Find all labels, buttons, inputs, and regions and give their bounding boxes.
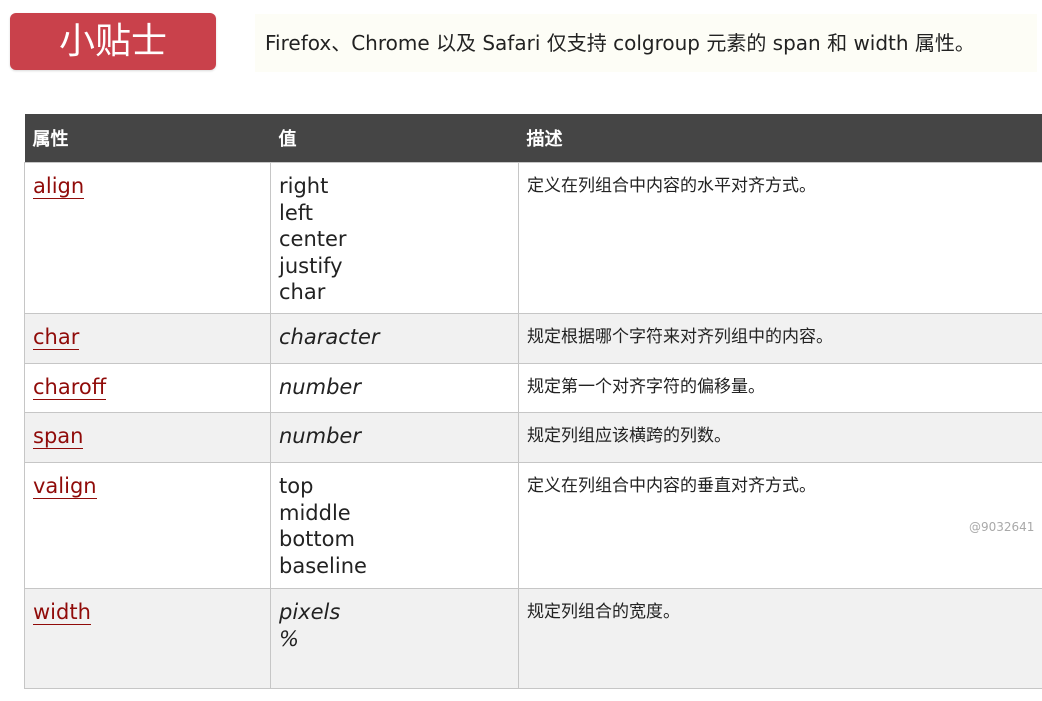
attribute-cell: align	[24, 162, 271, 314]
value-item: justify	[279, 253, 343, 278]
table-row: valign top middle bottom baseline 定义在列组合…	[24, 462, 1042, 589]
value-item: middle	[279, 500, 351, 525]
header-description: 描述	[518, 114, 1042, 163]
description-cell: 定义在列组合中内容的水平对齐方式。	[518, 162, 1042, 314]
attribute-cell: span	[24, 412, 271, 463]
attribute-link-align[interactable]: align	[33, 174, 85, 199]
table-row: width pixels % 规定列组合的宽度。	[24, 588, 1042, 689]
value-item: baseline	[279, 553, 367, 578]
value-cell: number	[270, 412, 519, 463]
value-item: left	[279, 200, 314, 225]
attribute-link-charoff[interactable]: charoff	[33, 375, 107, 400]
value-list: top middle bottom baseline	[279, 473, 510, 579]
description-cell: 定义在列组合中内容的垂直对齐方式。	[518, 462, 1042, 589]
value-item: pixels	[279, 600, 341, 624]
table-row: align right left center justify char 定义在…	[24, 162, 1042, 314]
watermark-text: @9032641	[969, 520, 1035, 534]
attribute-cell: width	[24, 588, 271, 689]
attribute-link-valign[interactable]: valign	[33, 474, 97, 499]
attribute-cell: char	[24, 313, 271, 364]
tip-badge: 小贴士	[10, 13, 216, 70]
value-cell: right left center justify char	[270, 162, 519, 314]
value-cell: top middle bottom baseline	[270, 462, 519, 589]
value-item: bottom	[279, 527, 355, 551]
value-item: right	[279, 174, 329, 198]
attribute-cell: valign	[24, 462, 271, 589]
table-row: span number 规定列组应该横跨的列数。	[24, 412, 1042, 463]
header-attribute: 属性	[24, 114, 271, 163]
attribute-cell: charoff	[24, 363, 271, 413]
value-item: %	[279, 626, 299, 651]
table-row: char character 规定根据哪个字符来对齐列组中的内容。	[24, 313, 1042, 364]
attribute-link-char[interactable]: char	[33, 325, 80, 350]
description-cell: 规定根据哪个字符来对齐列组中的内容。	[518, 313, 1042, 364]
attribute-link-span[interactable]: span	[33, 424, 84, 449]
attributes-table: 属性 值 描述 align right left center justify …	[24, 114, 1042, 689]
description-cell: 规定列组应该横跨的列数。	[518, 412, 1042, 463]
value-cell: pixels %	[270, 588, 519, 689]
description-cell: 规定第一个对齐字符的偏移量。	[518, 363, 1042, 413]
value-item: top	[279, 474, 314, 498]
table-header-row: 属性 值 描述	[24, 114, 1042, 163]
value-cell: character	[270, 313, 519, 364]
table-row: charoff number 规定第一个对齐字符的偏移量。	[24, 363, 1042, 413]
header-value: 值	[270, 114, 519, 163]
value-item: char	[279, 280, 326, 304]
description-cell: 规定列组合的宽度。	[518, 588, 1042, 689]
value-list: right left center justify char	[279, 173, 510, 306]
attribute-link-width[interactable]: width	[33, 600, 91, 625]
value-item: center	[279, 227, 347, 251]
value-cell: number	[270, 363, 519, 413]
tip-note: Firefox、Chrome 以及 Safari 仅支持 colgroup 元素…	[255, 14, 1037, 72]
value-list: pixels %	[279, 599, 510, 652]
